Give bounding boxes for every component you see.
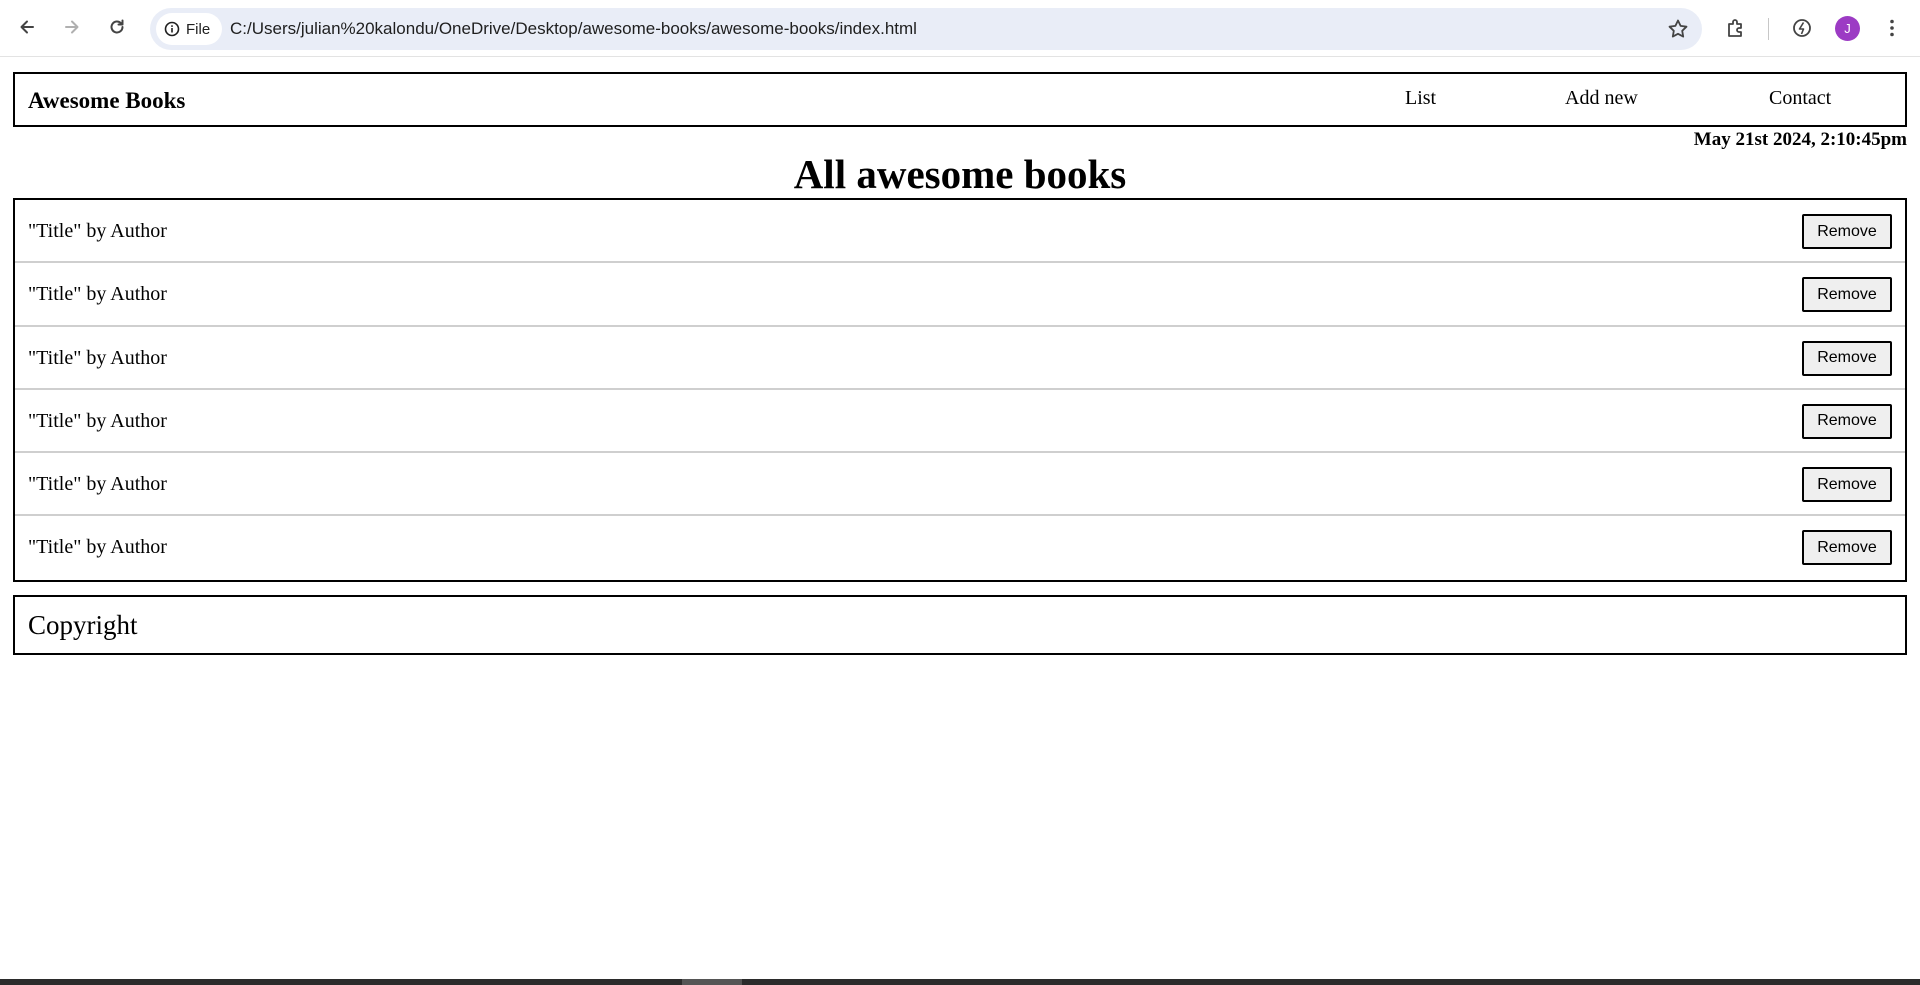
current-date: May 21st 2024, 2:10:45pm: [1693, 129, 1907, 150]
book-info: "Title" by Author: [28, 409, 167, 432]
book-row: "Title" by Author Remove: [15, 390, 1905, 454]
remove-button[interactable]: Remove: [1802, 403, 1892, 439]
forward-button[interactable]: [57, 12, 87, 42]
url-text[interactable]: C:/Users/julian%20kalondu/OneDrive/Deskt…: [230, 19, 917, 39]
book-list: "Title" by Author Remove "Title" by Auth…: [13, 198, 1907, 582]
site-info-chip[interactable]: File: [156, 13, 222, 45]
book-row: "Title" by Author Remove: [15, 263, 1905, 327]
nav-link-contact[interactable]: Contact: [1769, 87, 1831, 110]
forward-arrow-icon: [65, 20, 79, 34]
info-icon: [164, 21, 180, 37]
browser-toolbar: File C:/Users/julian%20kalondu/OneDrive/…: [0, 0, 1920, 57]
reload-button[interactable]: [102, 12, 132, 42]
site-footer: Copyright: [13, 595, 1907, 655]
book-row: "Title" by Author Remove: [15, 516, 1905, 579]
site-header: Awesome Books List Add new Contact: [13, 72, 1907, 127]
address-bar[interactable]: File C:/Users/julian%20kalondu/OneDrive/…: [150, 8, 1702, 50]
remove-button[interactable]: Remove: [1802, 277, 1892, 313]
nav-link-add-new[interactable]: Add new: [1565, 87, 1638, 110]
kebab-menu-icon: [1890, 19, 1894, 37]
book-row: "Title" by Author Remove: [15, 200, 1905, 264]
site-chip-label: File: [186, 20, 211, 38]
book-row: "Title" by Author Remove: [15, 453, 1905, 517]
remove-button[interactable]: Remove: [1802, 467, 1892, 503]
back-arrow-icon: [20, 20, 34, 34]
book-info: "Title" by Author: [28, 473, 167, 496]
book-info: "Title" by Author: [28, 346, 167, 369]
remove-button[interactable]: Remove: [1802, 340, 1892, 376]
book-row: "Title" by Author Remove: [15, 327, 1905, 390]
taskbar-edge: [0, 979, 1920, 985]
toolbar-divider: [1768, 18, 1769, 40]
nav-link-list[interactable]: List: [1405, 87, 1436, 110]
taskbar-active-indicator: [682, 979, 742, 985]
performance-button[interactable]: [1788, 14, 1816, 42]
star-icon[interactable]: [1666, 17, 1690, 41]
back-button[interactable]: [12, 12, 42, 42]
copyright-text: Copyright: [28, 610, 138, 640]
site-logo[interactable]: Awesome Books: [28, 88, 185, 114]
remove-button[interactable]: Remove: [1802, 530, 1892, 566]
profile-avatar[interactable]: J: [1835, 16, 1860, 41]
page-title: All awesome books: [793, 151, 1127, 197]
puzzle-icon: [1728, 19, 1742, 37]
book-info: "Title" by Author: [28, 536, 167, 559]
performance-icon: [1793, 19, 1811, 37]
book-info: "Title" by Author: [28, 220, 167, 242]
book-info: "Title" by Author: [28, 283, 167, 306]
extensions-button[interactable]: [1722, 14, 1750, 42]
reload-icon: [110, 19, 124, 34]
browser-menu-button[interactable]: [1878, 14, 1906, 42]
remove-button[interactable]: Remove: [1802, 214, 1892, 249]
